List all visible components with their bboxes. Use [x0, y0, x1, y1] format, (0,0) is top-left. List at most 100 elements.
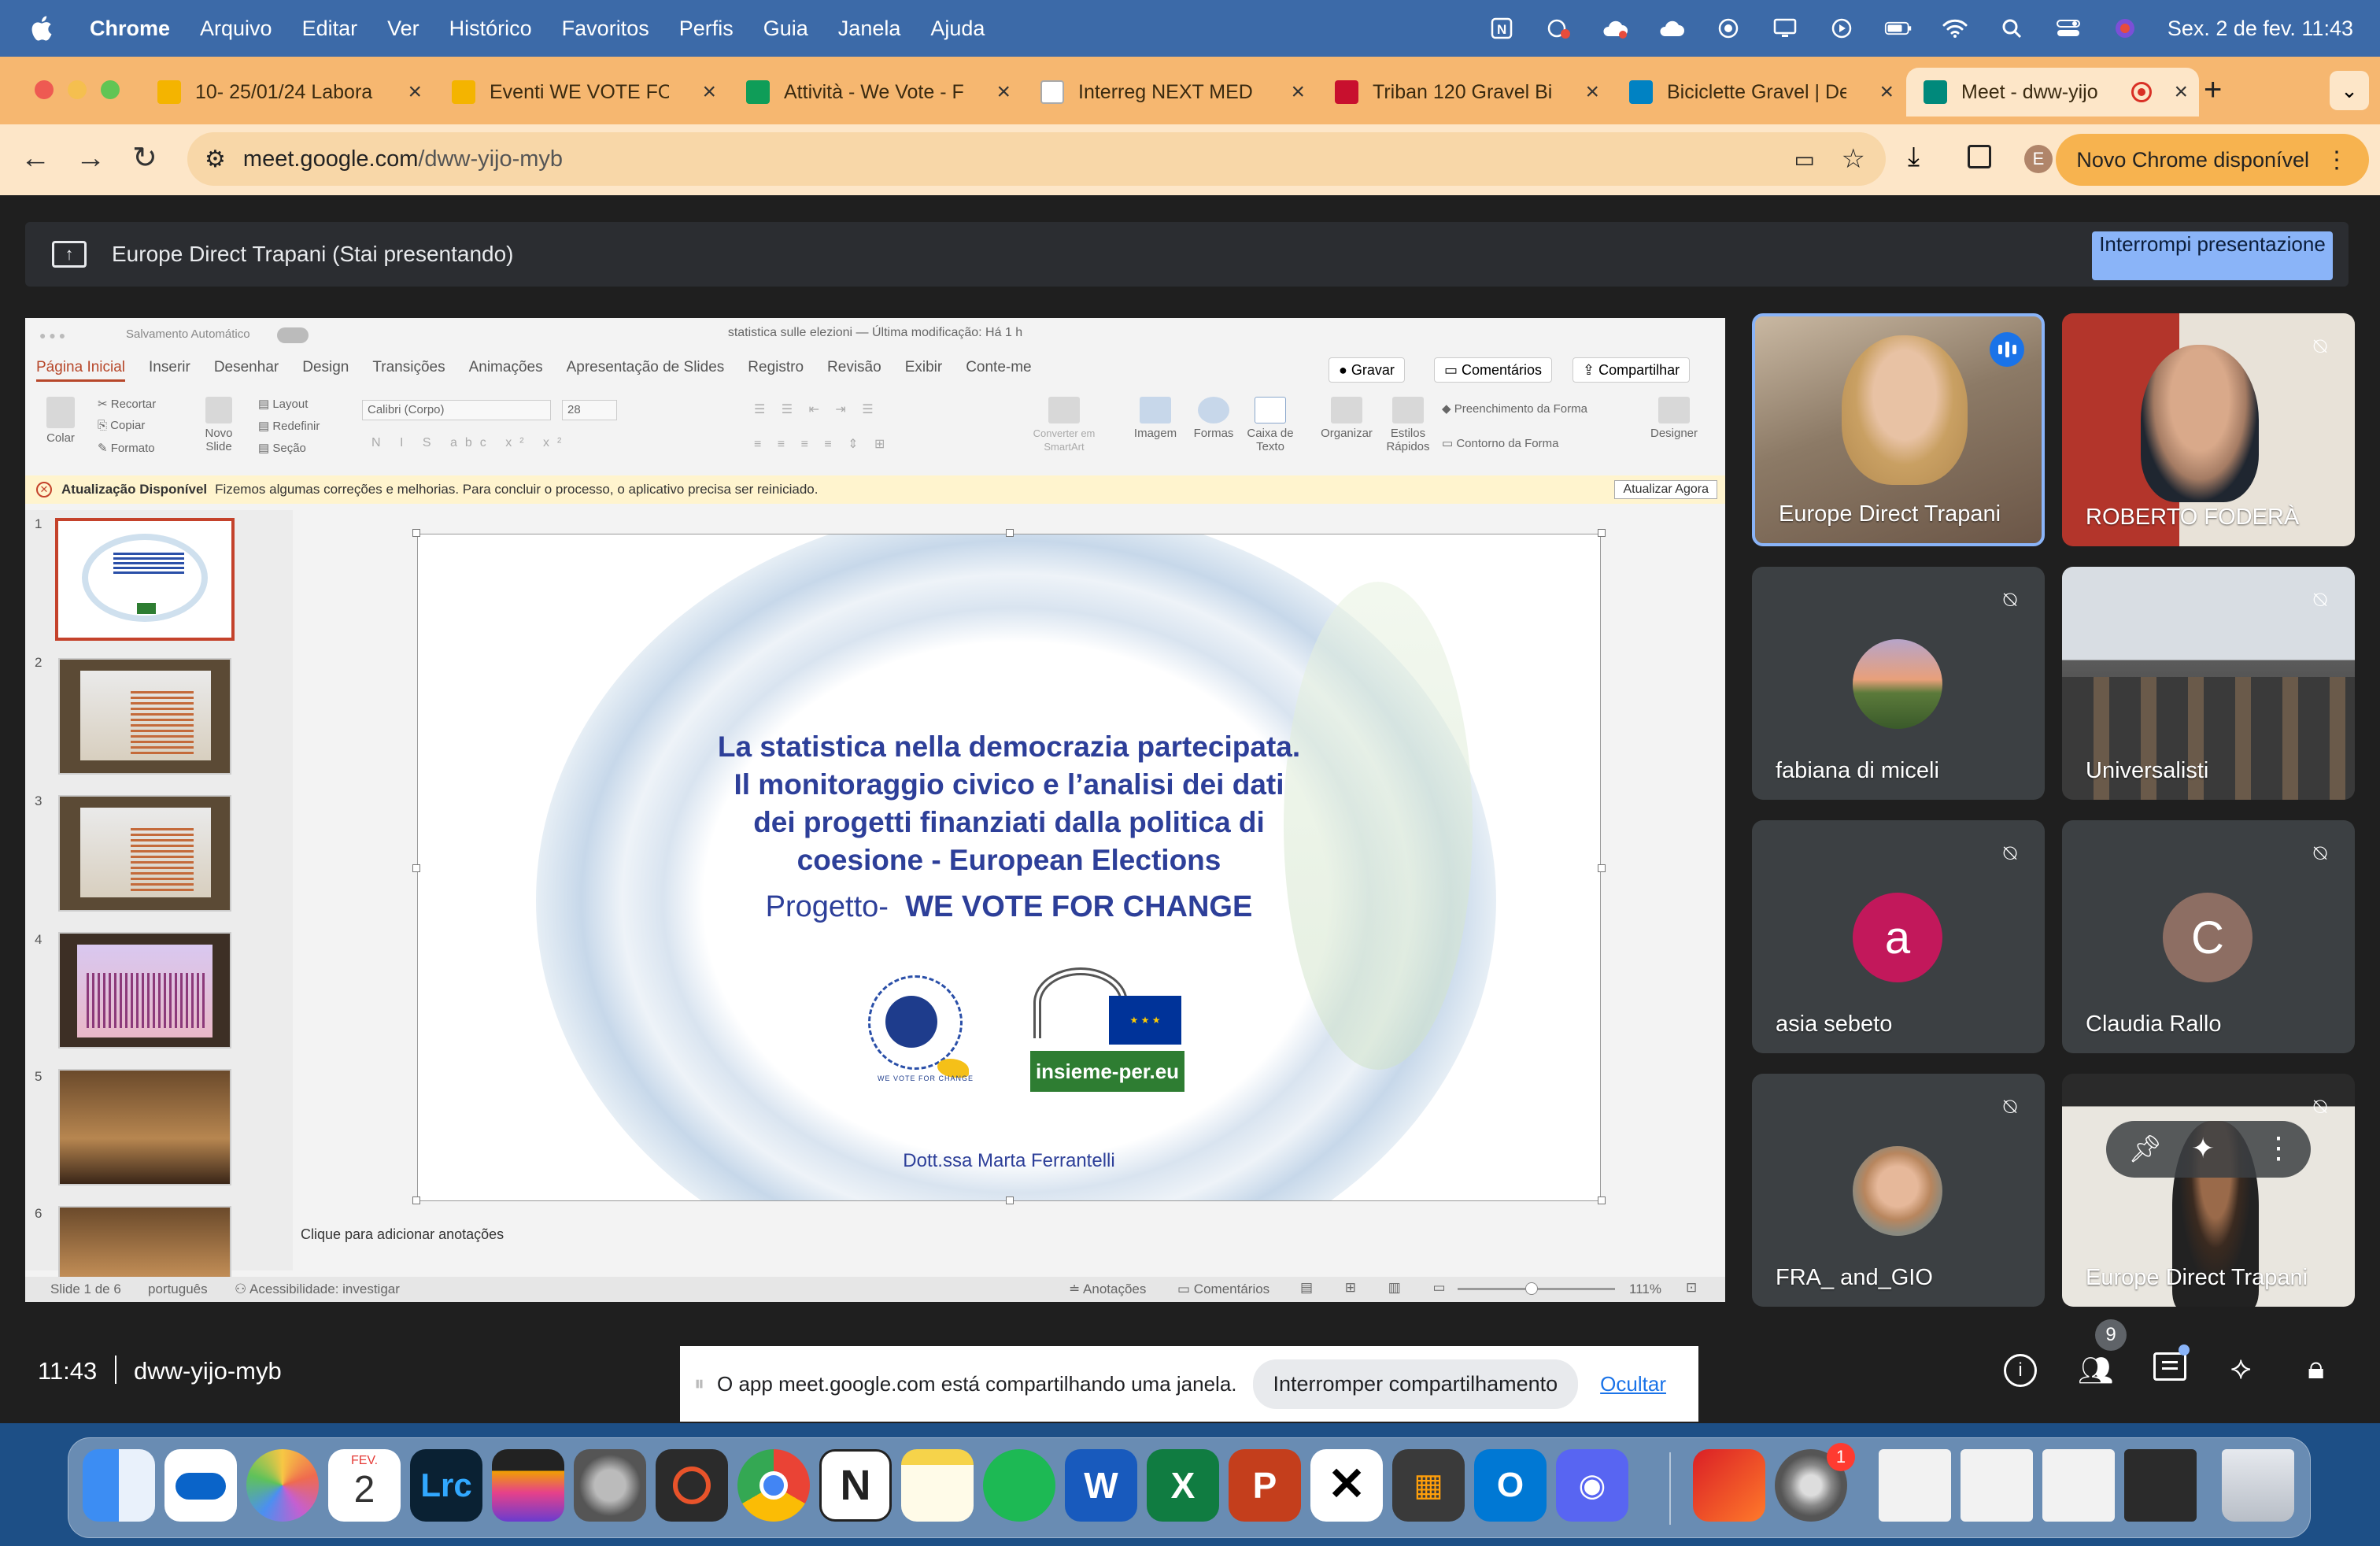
record-button[interactable]: ● Gravar [1329, 357, 1405, 383]
quick-styles-button[interactable]: Estilos Rápidos [1380, 397, 1436, 453]
screen-record-icon[interactable] [1714, 14, 1743, 43]
ribbon-tab-review[interactable]: Revisão [827, 359, 881, 382]
notes-placeholder[interactable]: Clique para adicionar anotações [301, 1226, 1717, 1243]
browser-tab[interactable]: Attività - We Vote - F × [729, 68, 1022, 117]
menu-editar[interactable]: Editar [302, 17, 358, 41]
paste-button[interactable]: Colar [41, 397, 80, 445]
window-zoom-button[interactable] [101, 80, 120, 99]
selection-handle[interactable] [1598, 1196, 1606, 1204]
selection-handle[interactable] [412, 864, 420, 872]
more-options-icon[interactable]: ⋮ [2264, 1130, 2293, 1166]
tab-close-icon[interactable]: × [408, 79, 422, 105]
ribbon-tab-view[interactable]: Exibir [905, 359, 943, 382]
reload-button[interactable]: ↻ [132, 140, 157, 176]
side-panel-icon[interactable] [1968, 145, 1991, 168]
window-close-button[interactable] [35, 80, 54, 99]
current-slide[interactable]: La statistica nella democrazia partecipa… [417, 534, 1601, 1201]
participant-tile[interactable]: ⍉ ROBERTO FODERÀ [2062, 313, 2355, 546]
camo-icon[interactable] [656, 1449, 728, 1522]
menu-janela[interactable]: Janela [838, 17, 901, 41]
menu-historico[interactable]: Histórico [449, 17, 532, 41]
notes-toggle[interactable]: ≐ Anotações [1069, 1282, 1146, 1297]
recent-window-thumbnail[interactable] [1879, 1449, 1951, 1522]
shapes-button[interactable]: Formas [1190, 397, 1237, 440]
font-family-select[interactable]: Calibri (Corpo) [362, 400, 551, 420]
finder-icon[interactable] [83, 1449, 155, 1522]
onedrive-icon[interactable] [164, 1449, 237, 1522]
cloud-icon[interactable] [1658, 14, 1686, 43]
participant-tile[interactable]: ⍉ fabiana di miceli [1752, 567, 2045, 800]
excel-icon[interactable]: X [1147, 1449, 1219, 1522]
view-switcher[interactable]: ▤ ⊞ ▥ ▭ [1300, 1280, 1460, 1296]
browser-tab[interactable]: Interreg NEXT MED × [1023, 68, 1316, 117]
browser-tab-active[interactable]: Meet - dww-yijo × [1906, 68, 2199, 117]
people-icon[interactable]: 👥︎ [2078, 1354, 2114, 1387]
meeting-details-icon[interactable]: i [2004, 1354, 2037, 1387]
camera-in-use-icon[interactable]: ▭ [1794, 146, 1815, 172]
smartart-button[interactable]: Converter em SmartArt [1025, 397, 1103, 453]
ribbon-tab-slideshow[interactable]: Apresentação de Slides [567, 359, 725, 382]
drag-handle-icon[interactable]: ⏸ [694, 1371, 704, 1396]
chrome-icon[interactable] [737, 1449, 810, 1522]
stop-presenting-button[interactable]: Interrompi presentazione [2092, 231, 2333, 280]
slide-thumbnail[interactable] [58, 1069, 231, 1185]
section-button[interactable]: ▤ Seção [258, 441, 306, 455]
icloud-sync-icon[interactable] [1601, 14, 1629, 43]
tab-close-icon[interactable]: × [1879, 79, 1894, 105]
slide-thumbnail[interactable] [58, 658, 231, 775]
trash-icon[interactable] [2222, 1449, 2294, 1522]
picture-button[interactable]: Imagem [1132, 397, 1179, 440]
new-tab-button[interactable]: + [2204, 72, 2222, 108]
participant-tile-self[interactable]: 📌︎ ✦ ⋮ ⍉ Europe Direct Trapani [2062, 1074, 2355, 1307]
menu-guia[interactable]: Guia [763, 17, 808, 41]
tab-close-icon[interactable]: × [702, 79, 716, 105]
downloads-icon[interactable]: ⤓ [1908, 142, 1920, 172]
ribbon-tab-draw[interactable]: Desenhar [214, 359, 279, 382]
paragraph-icons[interactable]: ☰ ☰ ⇤ ⇥ ☰ [754, 401, 880, 417]
lightroom-classic-icon[interactable]: Lrc [410, 1449, 482, 1522]
address-bar[interactable]: ⚙ meet.google.com/dww-yijo-myb ▭ ☆ [187, 132, 1886, 186]
text-format-icons[interactable]: N I S abc x² x² [371, 436, 569, 450]
tab-close-icon[interactable]: × [1291, 79, 1305, 105]
control-center-icon[interactable] [2054, 14, 2082, 43]
fit-to-window-icon[interactable]: ⊡ [1686, 1280, 1697, 1296]
share-button[interactable]: ⇪ Compartilhar [1572, 357, 1691, 383]
outlook-icon[interactable]: O [1474, 1449, 1547, 1522]
shape-outline-button[interactable]: ▭ Contorno da Forma [1442, 436, 1558, 450]
slide-thumbnail[interactable] [58, 795, 231, 912]
menu-perfis[interactable]: Perfis [679, 17, 734, 41]
recent-window-thumbnail[interactable] [2124, 1449, 2197, 1522]
recent-window-thumbnail[interactable] [2042, 1449, 2115, 1522]
arrange-button[interactable]: Organizar [1319, 397, 1374, 440]
participant-tile[interactable]: Europe Direct Trapani [1752, 313, 2045, 546]
comments-toggle[interactable]: ▭ Comentários [1177, 1282, 1269, 1297]
forward-button[interactable]: → [76, 142, 105, 176]
format-painter-button[interactable]: ✎ Formato [98, 441, 155, 455]
ribbon-tab-transitions[interactable]: Transições [372, 359, 445, 382]
calculator-icon[interactable]: ▦ [1392, 1449, 1465, 1522]
hide-notice-link[interactable]: Ocultar [1600, 1372, 1666, 1396]
ribbon-tab-animations[interactable]: Animações [469, 359, 543, 382]
tab-close-icon[interactable]: × [2174, 79, 2188, 105]
back-button[interactable]: ← [20, 142, 50, 176]
window-minimize-button[interactable] [68, 80, 87, 99]
tab-search-button[interactable]: ⌄ [2330, 71, 2369, 110]
alignment-icons[interactable]: ≡ ≡ ≡ ≡ ⇕ ⊞ [754, 436, 891, 452]
layout-button[interactable]: ▤ Layout [258, 397, 308, 411]
notion-icon[interactable]: N [819, 1449, 892, 1522]
browser-tab[interactable]: Triban 120 Gravel Bi × [1318, 68, 1610, 117]
ribbon-tab-home[interactable]: Página Inicial [36, 359, 126, 382]
creative-cloud-icon[interactable] [1693, 1449, 1765, 1522]
copy-button[interactable]: ⎘ Copiar [98, 419, 145, 432]
display-icon[interactable] [1771, 14, 1799, 43]
tab-close-icon[interactable]: × [996, 79, 1011, 105]
tab-close-icon[interactable]: × [1585, 79, 1599, 105]
designer-button[interactable]: Designer [1646, 397, 1702, 440]
participant-tile[interactable]: ⍉ FRA_ and_GIO [1752, 1074, 2045, 1307]
selection-handle[interactable] [1006, 1196, 1014, 1204]
participant-tile[interactable]: ⍉ Universalisti [2062, 567, 2355, 800]
textbox-button[interactable]: Caixa de Texto [1247, 397, 1294, 453]
capcut-icon[interactable]: ✕ [1310, 1449, 1383, 1522]
menu-ajuda[interactable]: Ajuda [930, 17, 985, 41]
site-info-icon[interactable]: ⚙ [205, 146, 226, 173]
